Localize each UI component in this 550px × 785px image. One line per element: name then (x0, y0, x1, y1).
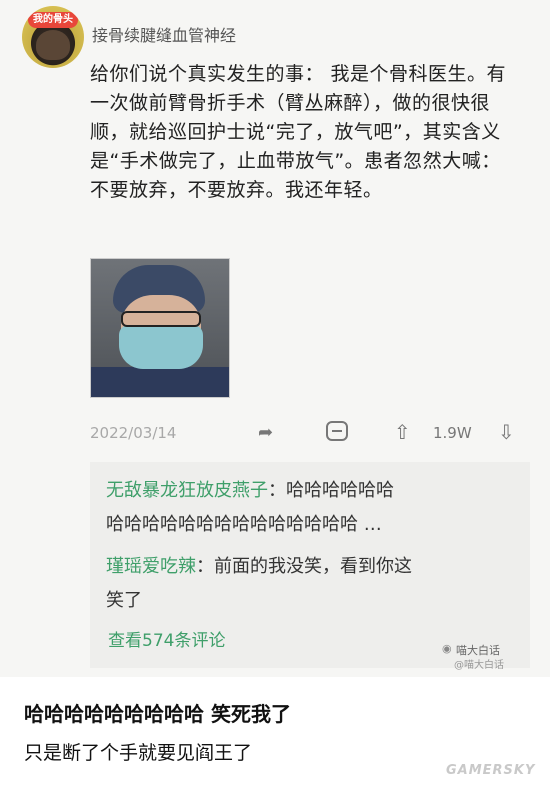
thumb-down-icon[interactable]: ⇩ (498, 420, 515, 444)
comment-icon[interactable] (326, 421, 348, 441)
username[interactable]: 接骨续腱缝血管神经 (92, 22, 236, 46)
post-text: 给你们说个真实发生的事： 我是个骨科医生。有一次做前臂骨折手术（臂丛麻醉），做的… (90, 63, 507, 201)
avatar-badge: 我的骨头 (28, 12, 78, 28)
action-row: 2022/03/14 ➦ ⇧ 1.9W ⇩ (90, 420, 530, 446)
comment-2-user[interactable]: 瑾瑶爱吃辣 (106, 556, 196, 577)
avatar-face (36, 30, 70, 60)
post-card: 我的骨头 接骨续腱缝血管神经 给你们说个真实发生的事： 我是个骨科医生。有一次做… (0, 0, 550, 677)
post-photo[interactable] (90, 258, 230, 398)
comment-1-sep: ： (268, 480, 286, 501)
caption-line-2: 只是断了个手就要见阎王了 (24, 742, 253, 764)
comment-2-sep: ： (196, 556, 214, 577)
view-more-comments-link[interactable]: 查看574条评论 (108, 626, 225, 651)
comment-preview: 无敌暴龙狂放皮燕子：哈哈哈哈哈哈 哈哈哈哈哈哈哈哈哈哈哈哈哈哈 … 瑾瑶爱吃辣：… (90, 462, 530, 668)
photo-mask (119, 325, 203, 369)
comment-1-text: 哈哈哈哈哈哈 (286, 480, 394, 501)
avatar[interactable]: 我的骨头 (22, 6, 84, 68)
comment-2-line1[interactable]: 瑾瑶爱吃辣：前面的我没笑，看到你这 (106, 552, 412, 578)
share-icon[interactable]: ➦ (258, 422, 273, 443)
photo-scrubs (91, 367, 229, 397)
comment-2-text: 前面的我没笑，看到你这 (214, 556, 412, 577)
post-date: 2022/03/14 (90, 424, 177, 442)
watermark-sub: @喵大白话 (454, 660, 504, 671)
photo-glasses (121, 311, 201, 327)
comment-1-user[interactable]: 无敌暴龙狂放皮燕子 (106, 480, 268, 501)
caption-line-1: 哈哈哈哈哈哈哈哈哈 笑死我了 (24, 702, 291, 726)
comment-2-line2: 笑了 (106, 590, 142, 611)
weibo-watermark: ◉ 喵大白话 @喵大白话 (442, 642, 504, 671)
comment-1-line2: 哈哈哈哈哈哈哈哈哈哈哈哈哈哈 … (106, 514, 382, 535)
weibo-icon: ◉ (442, 642, 452, 655)
comment-1-line1[interactable]: 无敌暴龙狂放皮燕子：哈哈哈哈哈哈 (106, 476, 394, 502)
like-count: 1.9W (433, 424, 472, 442)
thumb-up-icon[interactable]: ⇧ (394, 420, 411, 444)
site-watermark: GAMERSKY (446, 763, 536, 778)
